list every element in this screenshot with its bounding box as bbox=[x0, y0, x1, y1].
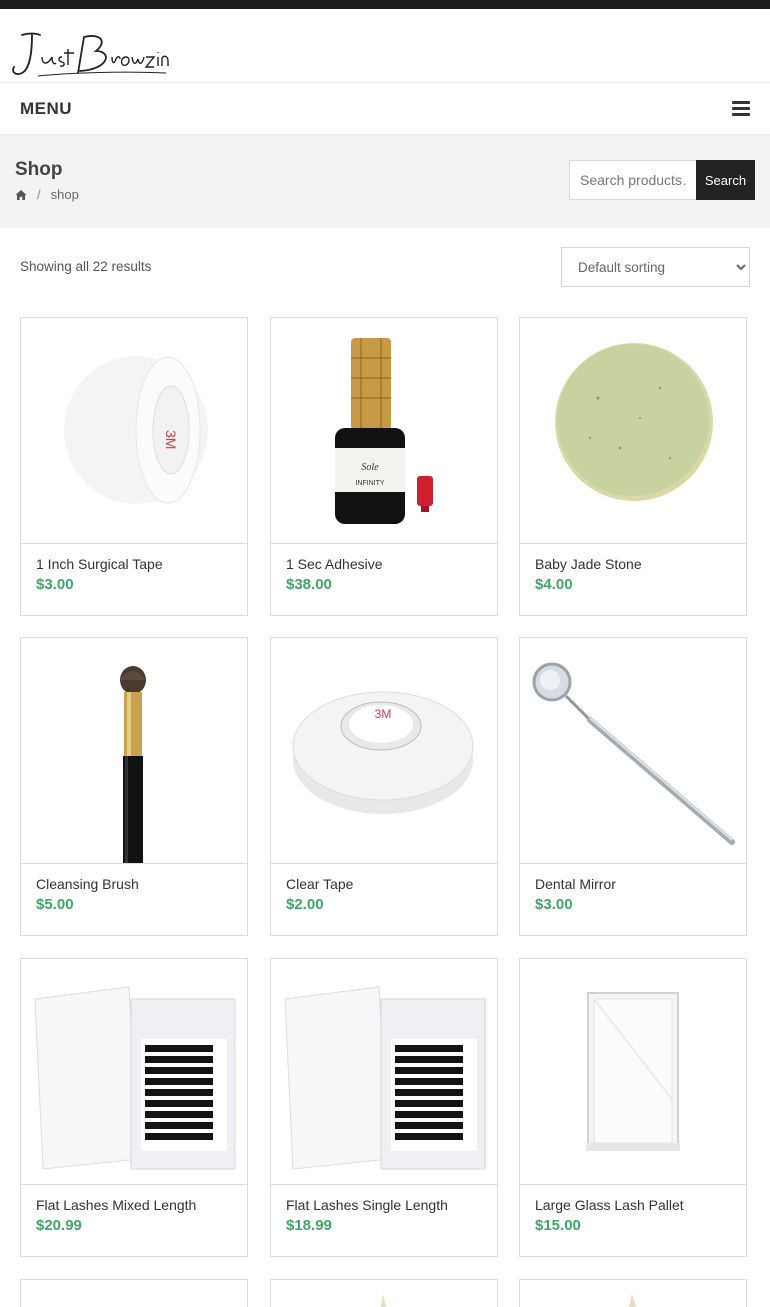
home-icon[interactable] bbox=[15, 189, 27, 201]
product-card[interactable]: Baby Jade Stone $4.00 bbox=[519, 317, 747, 616]
lash-tray-image[interactable] bbox=[271, 959, 497, 1185]
dental-mirror-image[interactable] bbox=[520, 638, 746, 864]
product-name[interactable]: Dental Mirror bbox=[535, 876, 616, 892]
product-price: $5.00 bbox=[36, 896, 74, 913]
site-logo[interactable] bbox=[8, 29, 170, 85]
product-price: $4.00 bbox=[535, 576, 573, 593]
svg-text:3M: 3M bbox=[163, 430, 179, 449]
product-card[interactable]: Dental Mirror $3.00 bbox=[519, 637, 747, 936]
svg-text:INFINITY: INFINITY bbox=[355, 480, 384, 487]
menu-label[interactable]: MENU bbox=[20, 99, 72, 119]
product-price: $3.00 bbox=[36, 576, 74, 593]
search-input[interactable] bbox=[569, 160, 697, 200]
product-price: $3.00 bbox=[535, 896, 573, 913]
page-title: Shop bbox=[15, 159, 63, 180]
search-button[interactable]: Search bbox=[696, 160, 755, 200]
product-card[interactable] bbox=[270, 1279, 498, 1307]
product-name[interactable]: 1 Sec Adhesive bbox=[286, 556, 383, 572]
top-strip bbox=[0, 0, 770, 9]
cleansing-brush-image[interactable] bbox=[21, 638, 247, 864]
product-name[interactable]: Large Glass Lash Pallet bbox=[535, 1197, 684, 1213]
jade-stone-image[interactable] bbox=[520, 318, 746, 544]
product-card[interactable]: Flat Lashes Single Length $18.99 bbox=[270, 958, 498, 1257]
product-name[interactable]: Cleansing Brush bbox=[36, 876, 139, 892]
glass-pallet-image[interactable] bbox=[520, 959, 746, 1185]
header bbox=[0, 9, 770, 83]
product-card[interactable]: Sole INFINITY 1 Sec Adhesive $38.00 bbox=[270, 317, 498, 616]
hamburger-menu-icon[interactable] bbox=[732, 101, 750, 116]
product-card[interactable]: Cleansing Brush $5.00 bbox=[20, 637, 248, 936]
svg-text:3M: 3M bbox=[375, 707, 392, 721]
product-card[interactable]: 3M Clear Tape $2.00 bbox=[270, 637, 498, 936]
product-image[interactable] bbox=[520, 1280, 746, 1307]
page-header: Shop / shop Search bbox=[0, 135, 770, 228]
product-card[interactable] bbox=[519, 1279, 747, 1307]
product-name[interactable]: Baby Jade Stone bbox=[535, 556, 642, 572]
product-card[interactable]: 3M 1 Inch Surgical Tape $3.00 bbox=[20, 317, 248, 616]
product-price: $38.00 bbox=[286, 576, 332, 593]
results-count: Showing all 22 results bbox=[20, 259, 152, 274]
surgical-tape-image[interactable]: 3M bbox=[21, 318, 247, 544]
product-price: $15.00 bbox=[535, 1217, 581, 1234]
product-image[interactable] bbox=[271, 1280, 497, 1307]
product-name[interactable]: Clear Tape bbox=[286, 876, 353, 892]
sort-select[interactable]: Default sorting bbox=[561, 247, 750, 287]
breadcrumb: / shop bbox=[15, 187, 79, 202]
breadcrumb-separator: / bbox=[37, 187, 41, 202]
adhesive-bottle-image[interactable]: Sole INFINITY bbox=[271, 318, 497, 544]
clear-tape-image[interactable]: 3M bbox=[271, 638, 497, 864]
product-name[interactable]: Flat Lashes Single Length bbox=[286, 1197, 448, 1213]
product-card[interactable]: Large Glass Lash Pallet $15.00 bbox=[519, 958, 747, 1257]
product-price: $20.99 bbox=[36, 1217, 82, 1234]
lash-tray-image[interactable] bbox=[21, 959, 247, 1185]
product-name[interactable]: 1 Inch Surgical Tape bbox=[36, 556, 163, 572]
product-card[interactable] bbox=[20, 1279, 248, 1307]
breadcrumb-shop[interactable]: shop bbox=[51, 187, 79, 202]
product-price: $18.99 bbox=[286, 1217, 332, 1234]
product-name[interactable]: Flat Lashes Mixed Length bbox=[36, 1197, 196, 1213]
svg-text:Sole: Sole bbox=[361, 462, 379, 473]
product-price: $2.00 bbox=[286, 896, 324, 913]
main-menu-bar[interactable]: MENU bbox=[0, 83, 770, 135]
product-card[interactable]: Flat Lashes Mixed Length $20.99 bbox=[20, 958, 248, 1257]
